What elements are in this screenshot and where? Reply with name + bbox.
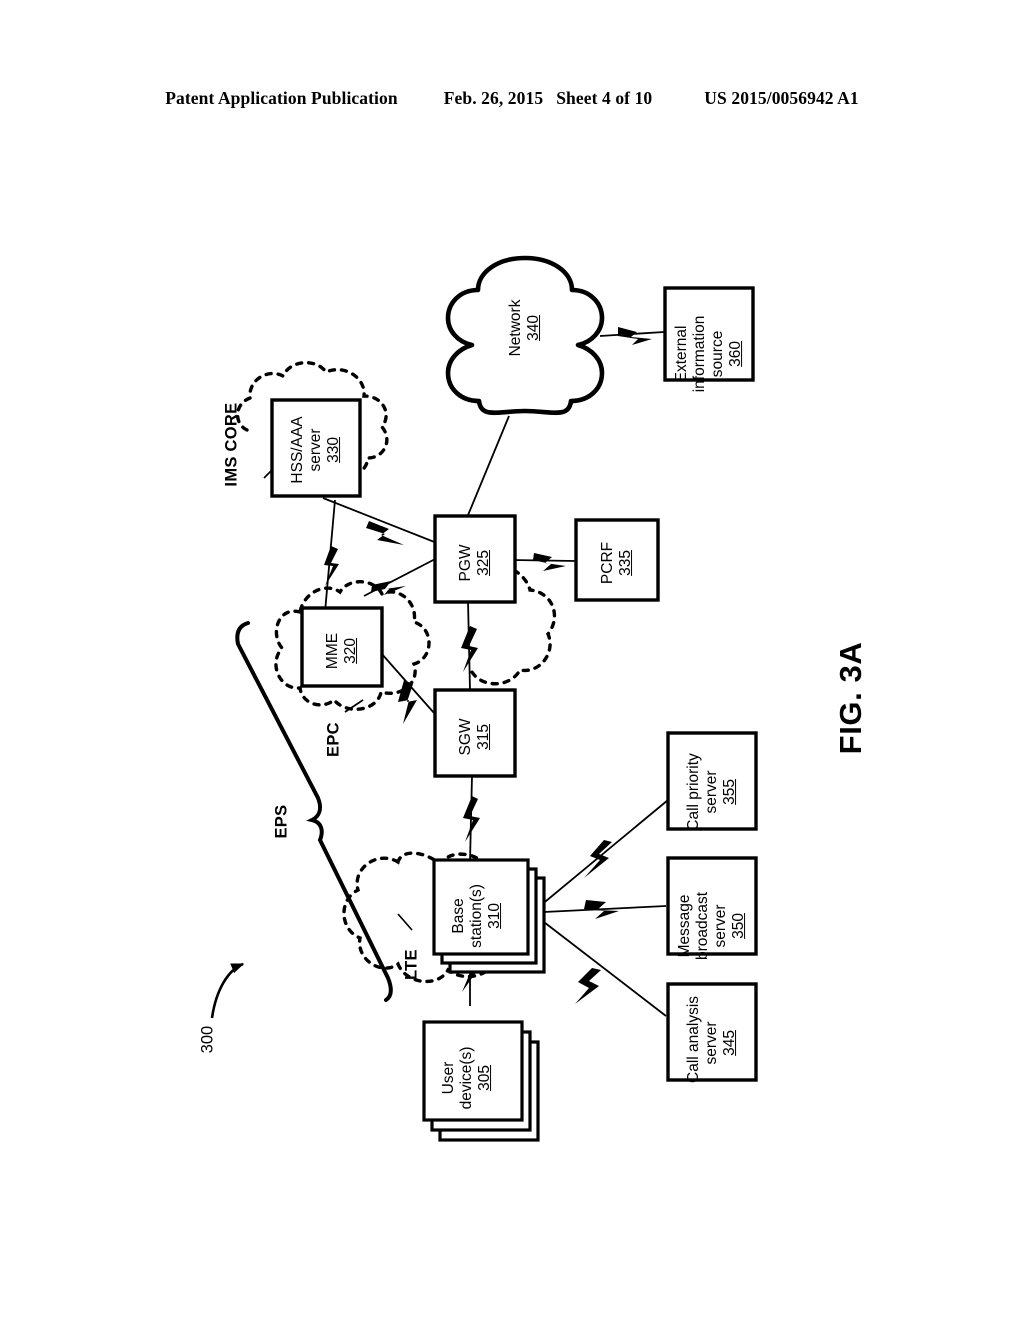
box-call-analysis bbox=[666, 982, 758, 1082]
box-call-priority bbox=[666, 731, 758, 831]
box-hss-aaa bbox=[270, 398, 362, 498]
box-sgw bbox=[433, 688, 517, 778]
leader-lines bbox=[263, 465, 413, 931]
patent-figure-3a: Network 340 External information source … bbox=[0, 0, 1024, 1320]
base-stations-stack bbox=[432, 858, 546, 974]
network-cloud-shape bbox=[445, 255, 605, 416]
box-mme bbox=[300, 606, 384, 688]
box-pcrf bbox=[574, 518, 660, 602]
figure-vector-layer bbox=[210, 255, 758, 1142]
box-external-info bbox=[663, 286, 755, 382]
box-msg-broadcast bbox=[666, 856, 758, 956]
user-devices-stack bbox=[422, 1020, 540, 1142]
box-pgw bbox=[433, 514, 517, 604]
reference-numeral-leader bbox=[210, 962, 245, 1019]
